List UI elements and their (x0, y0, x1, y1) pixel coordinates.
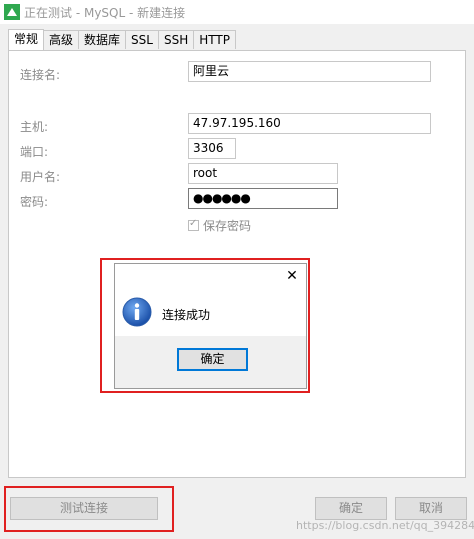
host-label: 主机: (20, 120, 49, 134)
username-field[interactable]: root (188, 163, 338, 184)
password-field[interactable]: ●●●●●● (188, 188, 338, 209)
ok-button[interactable]: 确定 (315, 497, 387, 520)
navicat-app-icon (4, 4, 20, 20)
connection-window: 正在测试 - MySQL - 新建连接 常规 高级 数据库 SSL SSH HT… (0, 0, 474, 539)
username-label: 用户名: (20, 170, 61, 184)
test-connection-button[interactable]: 测试连接 (10, 497, 158, 520)
save-password-row: ✓ 保存密码 (188, 217, 251, 234)
tab-ssh[interactable]: SSH (157, 30, 195, 49)
cancel-button[interactable]: 取消 (395, 497, 467, 520)
close-icon[interactable]: ✕ (284, 268, 300, 284)
save-password-label: 保存密码 (203, 219, 252, 233)
checkmark-icon: ✓ (189, 218, 198, 229)
tab-advanced[interactable]: 高级 (43, 30, 80, 49)
tab-ssl[interactable]: SSL (125, 30, 159, 49)
port-field[interactable]: 3306 (188, 138, 236, 159)
dialog-message: 连接成功 (162, 308, 211, 322)
tab-http[interactable]: HTTP (193, 30, 236, 49)
save-password-checkbox[interactable]: ✓ (188, 218, 199, 231)
password-label: 密码: (20, 195, 49, 209)
window-title: 正在测试 - MySQL - 新建连接 (24, 5, 186, 20)
watermark: https://blog.csdn.net/qq_39428461 (296, 519, 474, 532)
connection-name-field[interactable]: 阿里云 (188, 61, 431, 82)
tab-general[interactable]: 常规 (8, 29, 45, 50)
dialog-ok-button[interactable]: 确定 (177, 348, 248, 371)
host-field[interactable]: 47.97.195.160 (188, 113, 431, 134)
tab-bar: 常规 高级 数据库 SSL SSH HTTP (8, 29, 236, 50)
port-label: 端口: (20, 145, 49, 159)
tab-databases[interactable]: 数据库 (78, 30, 127, 49)
connection-success-dialog: ✕ 连接成功 确定 (114, 263, 307, 389)
info-icon (122, 297, 152, 327)
connection-name-label: 连接名: (20, 68, 61, 82)
title-bar: 正在测试 - MySQL - 新建连接 (0, 0, 474, 24)
